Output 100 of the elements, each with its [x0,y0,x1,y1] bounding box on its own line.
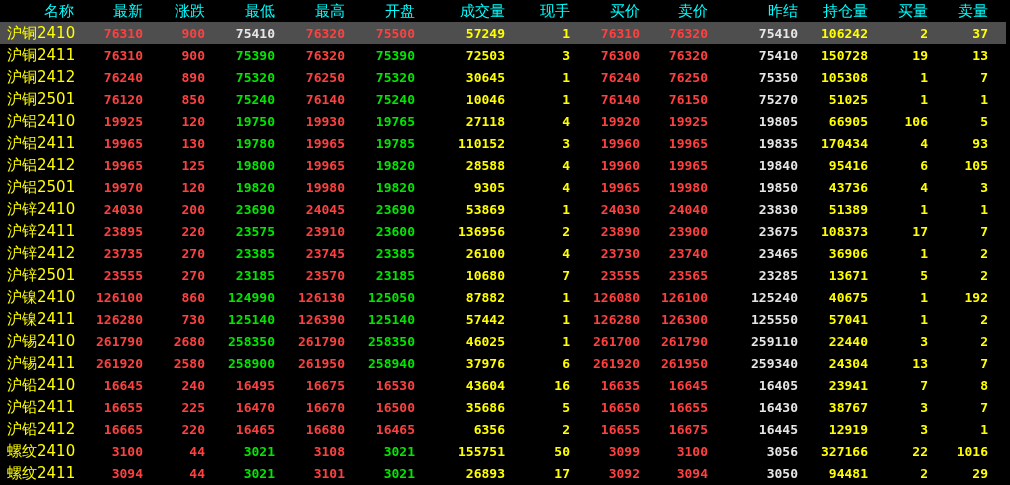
quote-row[interactable]: 沪铅2412 16665 220 16465 16680 16465 6356 2 16655 16675 16445 12919 3 1 [0,418,1006,440]
table-cell-text: 3101 [312,465,345,481]
table-cell-text: 23830 [757,201,798,217]
table-cell-text: 9305 [472,179,505,195]
table-cell-text: 46025 [464,333,505,349]
table-cell-text: 16655 [599,421,640,437]
table-cell-text: 259110 [750,333,798,349]
column-header[interactable]: 持仓量 [798,1,868,21]
contract-name: 沪铜2501 [6,89,74,109]
table-cell-text: 76300 [599,47,640,63]
table-cell-text: 1 [561,25,570,41]
column-header[interactable]: 买量 [868,1,928,21]
table-cell-text: 75320 [234,69,275,85]
quote-row[interactable]: 沪铜2411 76310 900 75390 76320 75390 72503 3 76300 76320 75410 150728 19 13 [0,44,1006,66]
table-cell-text: 19965 [102,135,143,151]
table-cell-text: 16655 [667,399,708,415]
table-cell-text: 3100 [110,443,143,459]
table-cell-text: 5 [979,113,988,129]
table-cell-text: 1 [979,421,988,437]
table-cell-text: 3056 [765,443,798,459]
column-header[interactable]: 昨结 [708,1,798,21]
quote-row[interactable]: 螺纹2410 3100 44 3021 3108 3021 155751 50 3099 3100 3056 327166 22 1016 [0,440,1006,462]
quote-row[interactable]: 沪铝2411 19965 130 19780 19965 19785 110152 3 19960 19965 19835 170434 4 93 [0,132,1006,154]
column-header[interactable]: 最低 [205,1,275,21]
quote-row[interactable]: 沪铅2410 16645 240 16495 16675 16530 43604 16 16635 16645 16405 23941 7 8 [0,374,1006,396]
table-cell-text: 3050 [765,465,798,481]
contract-name: 沪锡2411 [6,353,74,373]
table-cell-text: 3 [919,399,928,415]
table-cell-text: 4 [561,157,570,173]
table-cell-text: 126100 [660,289,708,305]
table-cell-text: 26893 [464,465,505,481]
table-cell-text: 76120 [102,91,143,107]
table-cell-text: 220 [180,421,205,437]
column-header[interactable]: 买价 [570,1,640,21]
quote-row[interactable]: 沪镍2411 126280 730 125140 126390 125140 57442 1 126280 126300 125550 57041 1 2 [0,308,1006,330]
column-header[interactable]: 成交量 [415,1,505,21]
table-cell-text: 19965 [667,135,708,151]
contract-name: 沪锌2410 [6,199,74,219]
contract-name: 沪镍2411 [6,309,74,329]
table-cell-text: 1 [561,289,570,305]
quote-row[interactable]: 沪铝2501 19970 120 19820 19980 19820 9305 4 19965 19980 19850 43736 4 3 [0,176,1006,198]
quote-row[interactable]: 沪锡2411 261920 2580 258900 261950 258940 37976 6 261920 261950 259340 24304 13 7 [0,352,1006,374]
column-header[interactable]: 最新 [74,1,143,21]
table-cell-text: 94481 [827,465,868,481]
table-cell-text: 23730 [599,245,640,261]
table-cell-text: 57041 [827,311,868,327]
table-cell-text: 261950 [660,355,708,371]
table-cell-text: 108373 [820,223,868,239]
quote-row[interactable]: 沪铅2411 16655 225 16470 16670 16500 35686 5 16650 16655 16430 38767 3 7 [0,396,1006,418]
table-cell-text: 76240 [599,69,640,85]
column-header[interactable]: 开盘 [345,1,415,21]
table-cell-text: 57249 [464,25,505,41]
quote-row[interactable]: 沪铜2412 76240 890 75320 76250 75320 30645 1 76240 76250 75350 105308 1 7 [0,66,1006,88]
quote-row[interactable]: 沪镍2410 126100 860 124990 126130 125050 87882 1 126080 126100 125240 40675 1 192 [0,286,1006,308]
quote-row[interactable]: 沪铝2410 19925 120 19750 19930 19765 27118 4 19920 19925 19805 66905 106 5 [0,110,1006,132]
table-cell-text: 24304 [827,355,868,371]
quote-row[interactable]: 沪铝2412 19965 125 19800 19965 19820 28588 4 19960 19965 19840 95416 6 105 [0,154,1006,176]
table-cell-text: 37976 [464,355,505,371]
quote-row[interactable]: 沪锌2501 23555 270 23185 23570 23185 10680 7 23555 23565 23285 13671 5 2 [0,264,1006,286]
quote-row[interactable]: 沪锡2410 261790 2680 258350 261790 258350 46025 1 261700 261790 259110 22440 3 2 [0,330,1006,352]
column-header[interactable]: 名称 [0,1,74,21]
column-header[interactable]: 最高 [275,1,345,21]
table-cell-text: 19840 [757,157,798,173]
table-cell-text: 7 [979,223,988,239]
contract-name: 沪镍2410 [6,287,74,307]
table-cell-text: 22440 [827,333,868,349]
table-cell-text: 3 [561,47,570,63]
table-cell-text: 75270 [757,91,798,107]
table-cell-text: 51025 [827,91,868,107]
table-cell-text: 19850 [757,179,798,195]
contract-name: 沪铜2410 [6,23,74,43]
table-cell-text: 44 [188,465,205,481]
column-header[interactable]: 现手 [505,1,570,21]
table-cell-text: 24040 [667,201,708,217]
table-cell-text: 2 [979,245,988,261]
quote-row[interactable]: 螺纹2411 3094 44 3021 3101 3021 26893 17 3092 3094 3050 94481 2 29 [0,462,1006,484]
column-header[interactable]: 涨跌 [143,1,205,21]
table-cell-text: 76250 [304,69,345,85]
column-header[interactable]: 卖量 [928,1,988,21]
table-cell-text: 2580 [172,355,205,371]
table-cell-text: 261790 [660,333,708,349]
contract-name: 沪铝2410 [6,111,74,131]
table-cell-text: 126390 [297,311,345,327]
quote-row[interactable]: 沪铜2410 76310 900 75410 76320 75500 57249 1 76310 76320 75410 106242 2 37 [0,22,1006,44]
quote-row[interactable]: 沪铜2501 76120 850 75240 76140 75240 10046 1 76140 76150 75270 51025 1 1 [0,88,1006,110]
table-cell-text: 19970 [102,179,143,195]
table-cell-text: 7 [919,377,928,393]
quote-row[interactable]: 沪锌2410 24030 200 23690 24045 23690 53869 1 24030 24040 23830 51389 1 1 [0,198,1006,220]
table-cell-text: 19820 [374,179,415,195]
table-cell-text: 258900 [227,355,275,371]
table-cell-text: 105308 [820,69,868,85]
table-cell-text: 2 [561,421,570,437]
table-cell-text: 120 [180,179,205,195]
table-cell-text: 23285 [757,267,798,283]
quote-row[interactable]: 沪锌2411 23895 220 23575 23910 23600 136956 2 23890 23900 23675 108373 17 7 [0,220,1006,242]
table-cell-text: 259340 [750,355,798,371]
table-cell-text: 13 [971,47,988,63]
table-cell-text: 93 [971,135,988,151]
column-header[interactable]: 卖价 [640,1,708,21]
quote-row[interactable]: 沪锌2412 23735 270 23385 23745 23385 26100 4 23730 23740 23465 36906 1 2 [0,242,1006,264]
